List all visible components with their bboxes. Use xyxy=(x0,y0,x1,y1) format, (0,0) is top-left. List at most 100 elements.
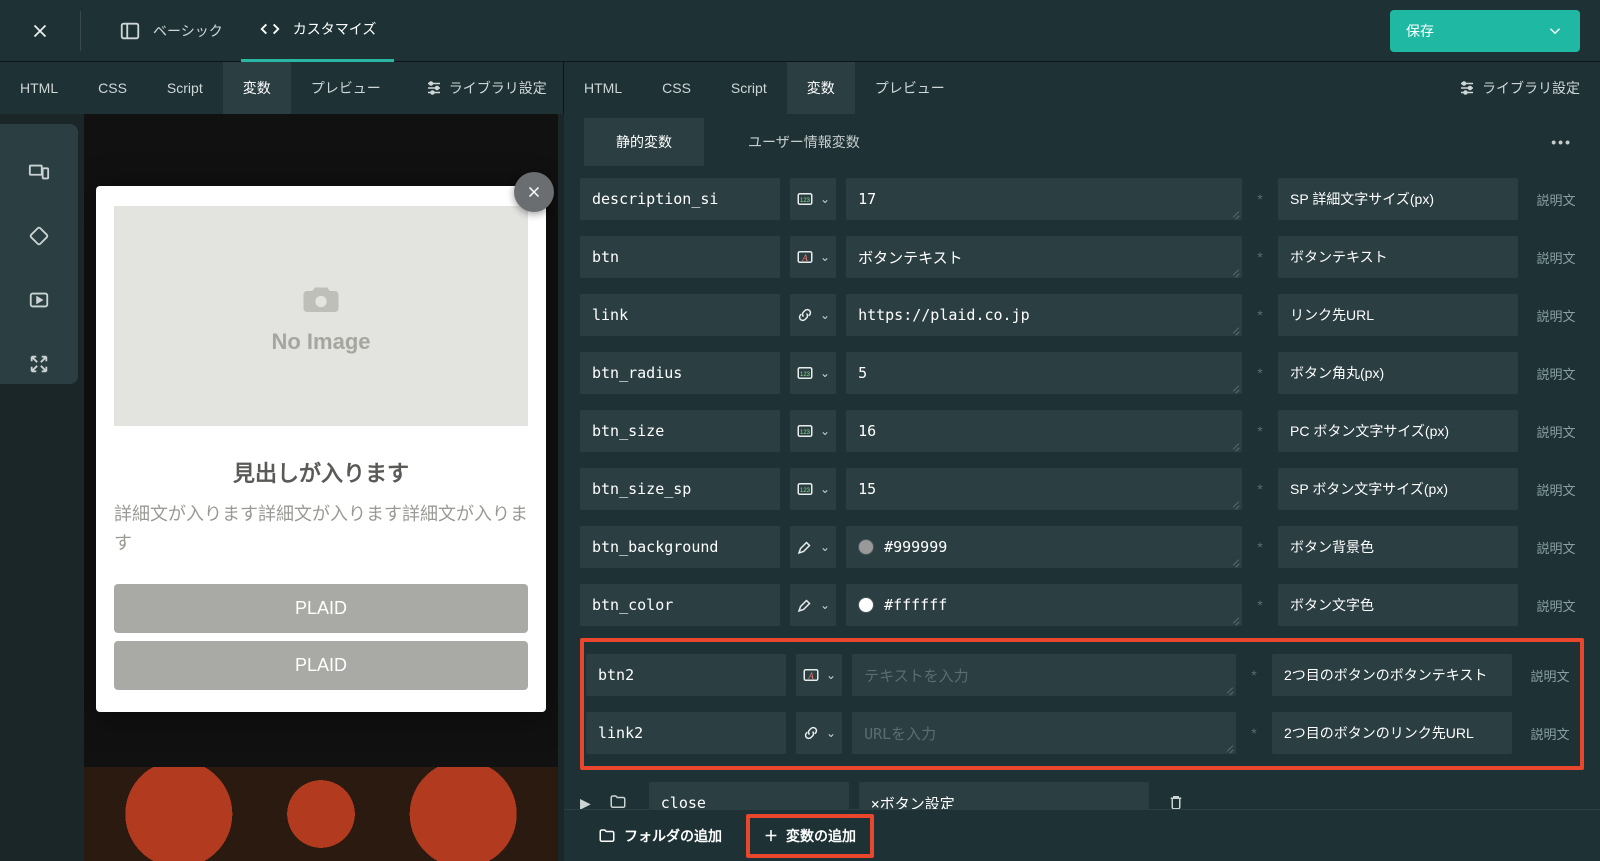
variable-name[interactable]: btn_size_sp xyxy=(580,468,780,510)
folder-value[interactable]: ×ボタン設定 xyxy=(859,782,1149,809)
variable-type-selector[interactable]: 123⌄ xyxy=(790,178,836,220)
subtab-label: ライブラリ設定 xyxy=(449,78,547,98)
variable-value-input[interactable]: #999999 xyxy=(846,526,1242,568)
inner-tab-user[interactable]: ユーザー情報変数 xyxy=(716,118,892,166)
subtab-right-html[interactable]: HTML xyxy=(564,62,642,114)
preview-button-1[interactable]: PLAID xyxy=(114,584,528,633)
required-marker: * xyxy=(1252,365,1268,381)
variable-name[interactable]: btn_size xyxy=(580,410,780,452)
variable-value-input[interactable]: テキストを入力 xyxy=(852,654,1236,696)
color-type-icon xyxy=(796,538,814,556)
chevron-down-icon: ⌄ xyxy=(820,308,830,322)
variable-description[interactable]: 説明文 xyxy=(1528,410,1584,452)
variable-type-selector[interactable]: ⌄ xyxy=(790,526,836,568)
modal-close-button[interactable] xyxy=(514,172,554,212)
variable-label[interactable]: 2つ目のボタンのボタンテキスト xyxy=(1272,654,1512,696)
rotate-icon[interactable] xyxy=(19,216,59,256)
variable-row: btn_color⌄#ffffff*ボタン文字色説明文 xyxy=(580,576,1584,634)
variable-description[interactable]: 説明文 xyxy=(1528,468,1584,510)
play-icon[interactable] xyxy=(19,280,59,320)
variable-label[interactable]: PC ボタン文字サイズ(px) xyxy=(1278,410,1518,452)
variable-value-input[interactable]: 17 xyxy=(846,178,1242,220)
variable-name[interactable]: link xyxy=(580,294,780,336)
folder-name[interactable]: close xyxy=(649,782,849,809)
variable-description[interactable]: 説明文 xyxy=(1528,236,1584,278)
subtab-left-html[interactable]: HTML xyxy=(0,62,78,114)
add-folder-button[interactable]: フォルダの追加 xyxy=(584,818,736,854)
subtabs-right: HTML CSS Script 変数 プレビュー ライブラリ設定 xyxy=(564,62,1600,114)
number-type-icon: 123 xyxy=(796,364,814,382)
variable-value-input[interactable]: https://plaid.co.jp xyxy=(846,294,1242,336)
variable-description[interactable]: 説明文 xyxy=(1522,654,1578,696)
subtab-left-script[interactable]: Script xyxy=(147,62,223,114)
variable-name[interactable]: btn_background xyxy=(580,526,780,568)
variable-description[interactable]: 説明文 xyxy=(1528,584,1584,626)
resize-handle-icon xyxy=(1230,208,1240,218)
subtab-left-vars[interactable]: 変数 xyxy=(223,62,291,114)
variable-label[interactable]: ボタン角丸(px) xyxy=(1278,352,1518,394)
resize-handle-icon xyxy=(1230,556,1240,566)
devices-icon[interactable] xyxy=(19,152,59,192)
variable-name[interactable]: btn_radius xyxy=(580,352,780,394)
subtab-right-preview[interactable]: プレビュー xyxy=(855,62,965,114)
subtab-left-preview[interactable]: プレビュー xyxy=(291,62,401,114)
variable-label[interactable]: リンク先URL xyxy=(1278,294,1518,336)
delete-folder-button[interactable] xyxy=(1159,793,1193,810)
required-marker: * xyxy=(1252,191,1268,207)
variable-type-selector[interactable]: 123⌄ xyxy=(790,352,836,394)
variable-label[interactable]: SP 詳細文字サイズ(px) xyxy=(1278,178,1518,220)
variable-type-selector[interactable]: ⌄ xyxy=(790,584,836,626)
variable-value-input[interactable]: 15 xyxy=(846,468,1242,510)
variable-value-input[interactable]: 16 xyxy=(846,410,1242,452)
variable-label[interactable]: ボタン背景色 xyxy=(1278,526,1518,568)
variable-label[interactable]: ボタンテキスト xyxy=(1278,236,1518,278)
more-menu-icon[interactable]: ••• xyxy=(1543,126,1580,158)
expand-arrow-icon[interactable]: ▶ xyxy=(580,795,591,810)
variable-row: btn2A⌄テキストを入力*2つ目のボタンのボタンテキスト説明文 xyxy=(586,646,1578,704)
variable-value-input[interactable]: 5 xyxy=(846,352,1242,394)
variable-name[interactable]: btn2 xyxy=(586,654,786,696)
preview-background-strip xyxy=(84,767,558,861)
variable-name[interactable]: btn_color xyxy=(580,584,780,626)
variable-description[interactable]: 説明文 xyxy=(1528,352,1584,394)
inner-tab-static[interactable]: 静的変数 xyxy=(584,118,704,166)
subtab-left-css[interactable]: CSS xyxy=(78,62,147,114)
variable-name[interactable]: description_si xyxy=(580,178,780,220)
expand-icon[interactable] xyxy=(19,344,59,384)
variable-type-selector[interactable]: ⌄ xyxy=(790,294,836,336)
variable-row: btn_radius123⌄5 * ボタン角丸(px)説明文 xyxy=(580,344,1584,402)
variable-type-selector[interactable]: ⌄ xyxy=(796,712,842,754)
variable-name[interactable]: link2 xyxy=(586,712,786,754)
subtab-right-vars[interactable]: 変数 xyxy=(787,62,855,114)
subtab-left-library[interactable]: ライブラリ設定 xyxy=(405,62,567,114)
top-toolbar: ベーシック カスタマイズ 保存 xyxy=(0,0,1600,62)
variable-description[interactable]: 説明文 xyxy=(1528,178,1584,220)
plus-icon: ＋ xyxy=(764,826,778,846)
variable-label[interactable]: SP ボタン文字サイズ(px) xyxy=(1278,468,1518,510)
variable-label[interactable]: ボタン文字色 xyxy=(1278,584,1518,626)
variable-name[interactable]: btn xyxy=(580,236,780,278)
sliders-icon xyxy=(425,79,443,97)
variable-type-selector[interactable]: A⌄ xyxy=(796,654,842,696)
variable-value-input[interactable]: #ffffff xyxy=(846,584,1242,626)
subtab-right-library[interactable]: ライブラリ設定 xyxy=(1438,62,1600,114)
variable-type-selector[interactable]: 123⌄ xyxy=(790,410,836,452)
variable-type-selector[interactable]: A⌄ xyxy=(790,236,836,278)
variable-description[interactable]: 説明文 xyxy=(1528,526,1584,568)
subtab-right-css[interactable]: CSS xyxy=(642,62,711,114)
save-button[interactable]: 保存 xyxy=(1390,10,1580,52)
close-icon[interactable] xyxy=(20,11,60,51)
add-variable-button[interactable]: ＋ 変数の追加 xyxy=(746,814,874,858)
variable-label[interactable]: 2つ目のボタンのリンク先URL xyxy=(1272,712,1512,754)
tab-basic[interactable]: ベーシック xyxy=(101,0,241,62)
variable-value-input[interactable]: ボタンテキスト xyxy=(846,236,1242,278)
variable-value: #999999 xyxy=(884,538,947,556)
preview-button-2[interactable]: PLAID xyxy=(114,641,528,690)
variable-type-selector[interactable]: 123⌄ xyxy=(790,468,836,510)
variable-placeholder: URLを入力 xyxy=(864,723,936,744)
variable-value-input[interactable]: URLを入力 xyxy=(852,712,1236,754)
tab-customize[interactable]: カスタマイズ xyxy=(241,0,395,62)
subtab-right-script[interactable]: Script xyxy=(711,62,787,114)
variable-description[interactable]: 説明文 xyxy=(1522,712,1578,754)
variable-description[interactable]: 説明文 xyxy=(1528,294,1584,336)
